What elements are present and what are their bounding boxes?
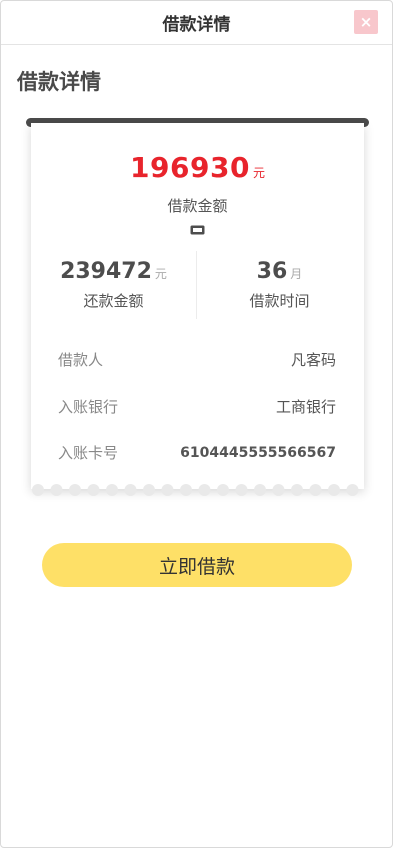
repay-amount-label: 还款金额 xyxy=(83,292,144,310)
scallop xyxy=(346,484,359,496)
scallop xyxy=(106,484,118,496)
loan-amount: 196930 元 xyxy=(31,151,364,184)
scallop xyxy=(50,484,63,496)
scallop xyxy=(161,484,174,496)
borrower-label: 借款人 xyxy=(58,351,104,369)
scallop xyxy=(198,484,211,496)
scallop xyxy=(124,484,137,496)
loan-term-stat: 36 月 借款时间 xyxy=(197,259,362,311)
receipt-scalloped-edge xyxy=(31,483,364,497)
bank-value: 工商银行 xyxy=(275,398,336,416)
repay-amount-value: 239472 xyxy=(60,259,152,284)
card-number-row: 入账卡号 6104445555566567 xyxy=(58,442,336,463)
repay-amount-unit: 元 xyxy=(154,267,167,281)
top-bar: 借款详情 × xyxy=(1,1,392,45)
page-title: 借款详情 xyxy=(162,15,231,35)
bank-row: 入账银行 工商银行 xyxy=(58,396,336,417)
scallop xyxy=(272,484,285,496)
scallop xyxy=(87,484,100,496)
scallop xyxy=(32,484,44,496)
ticket-icon xyxy=(190,225,205,235)
loan-detail-card: 196930 元 借款金额 239472 元 还款金额 36 月 借款时间 借款人 凡… xyxy=(31,123,364,489)
scallop xyxy=(180,484,192,496)
loan-term-value: 36 xyxy=(256,259,288,284)
loan-term-unit: 月 xyxy=(290,267,303,281)
borrower-value: 凡客码 xyxy=(290,351,336,369)
loan-amount-value: 196930 xyxy=(130,151,250,184)
scallop xyxy=(328,484,340,496)
scallop xyxy=(217,484,229,496)
scallop-svg xyxy=(31,483,364,496)
scallop xyxy=(235,484,248,496)
scallop xyxy=(69,484,81,496)
scallop xyxy=(143,484,155,496)
close-icon: × xyxy=(359,13,373,31)
scallop xyxy=(309,484,322,496)
repay-amount-stat: 239472 元 还款金额 xyxy=(31,259,196,311)
card-number-label: 入账卡号 xyxy=(58,444,119,462)
bank-label: 入账银行 xyxy=(58,398,119,416)
scallop xyxy=(254,484,266,496)
card-number-value: 6104445555566567 xyxy=(180,444,336,461)
loan-term-label: 借款时间 xyxy=(249,292,310,310)
app-frame: 借款详情 × 借款详情 196930 元 借款金额 239472 元 还款金额 36… xyxy=(0,0,393,848)
close-button[interactable]: × xyxy=(354,10,378,34)
borrow-now-button[interactable]: 立即借款 xyxy=(42,543,352,587)
loan-amount-label: 借款金额 xyxy=(167,197,228,215)
borrower-row: 借款人 凡客码 xyxy=(58,349,336,370)
loan-amount-unit: 元 xyxy=(252,166,265,180)
scallop xyxy=(291,484,303,496)
page-heading: 借款详情 xyxy=(17,70,101,94)
